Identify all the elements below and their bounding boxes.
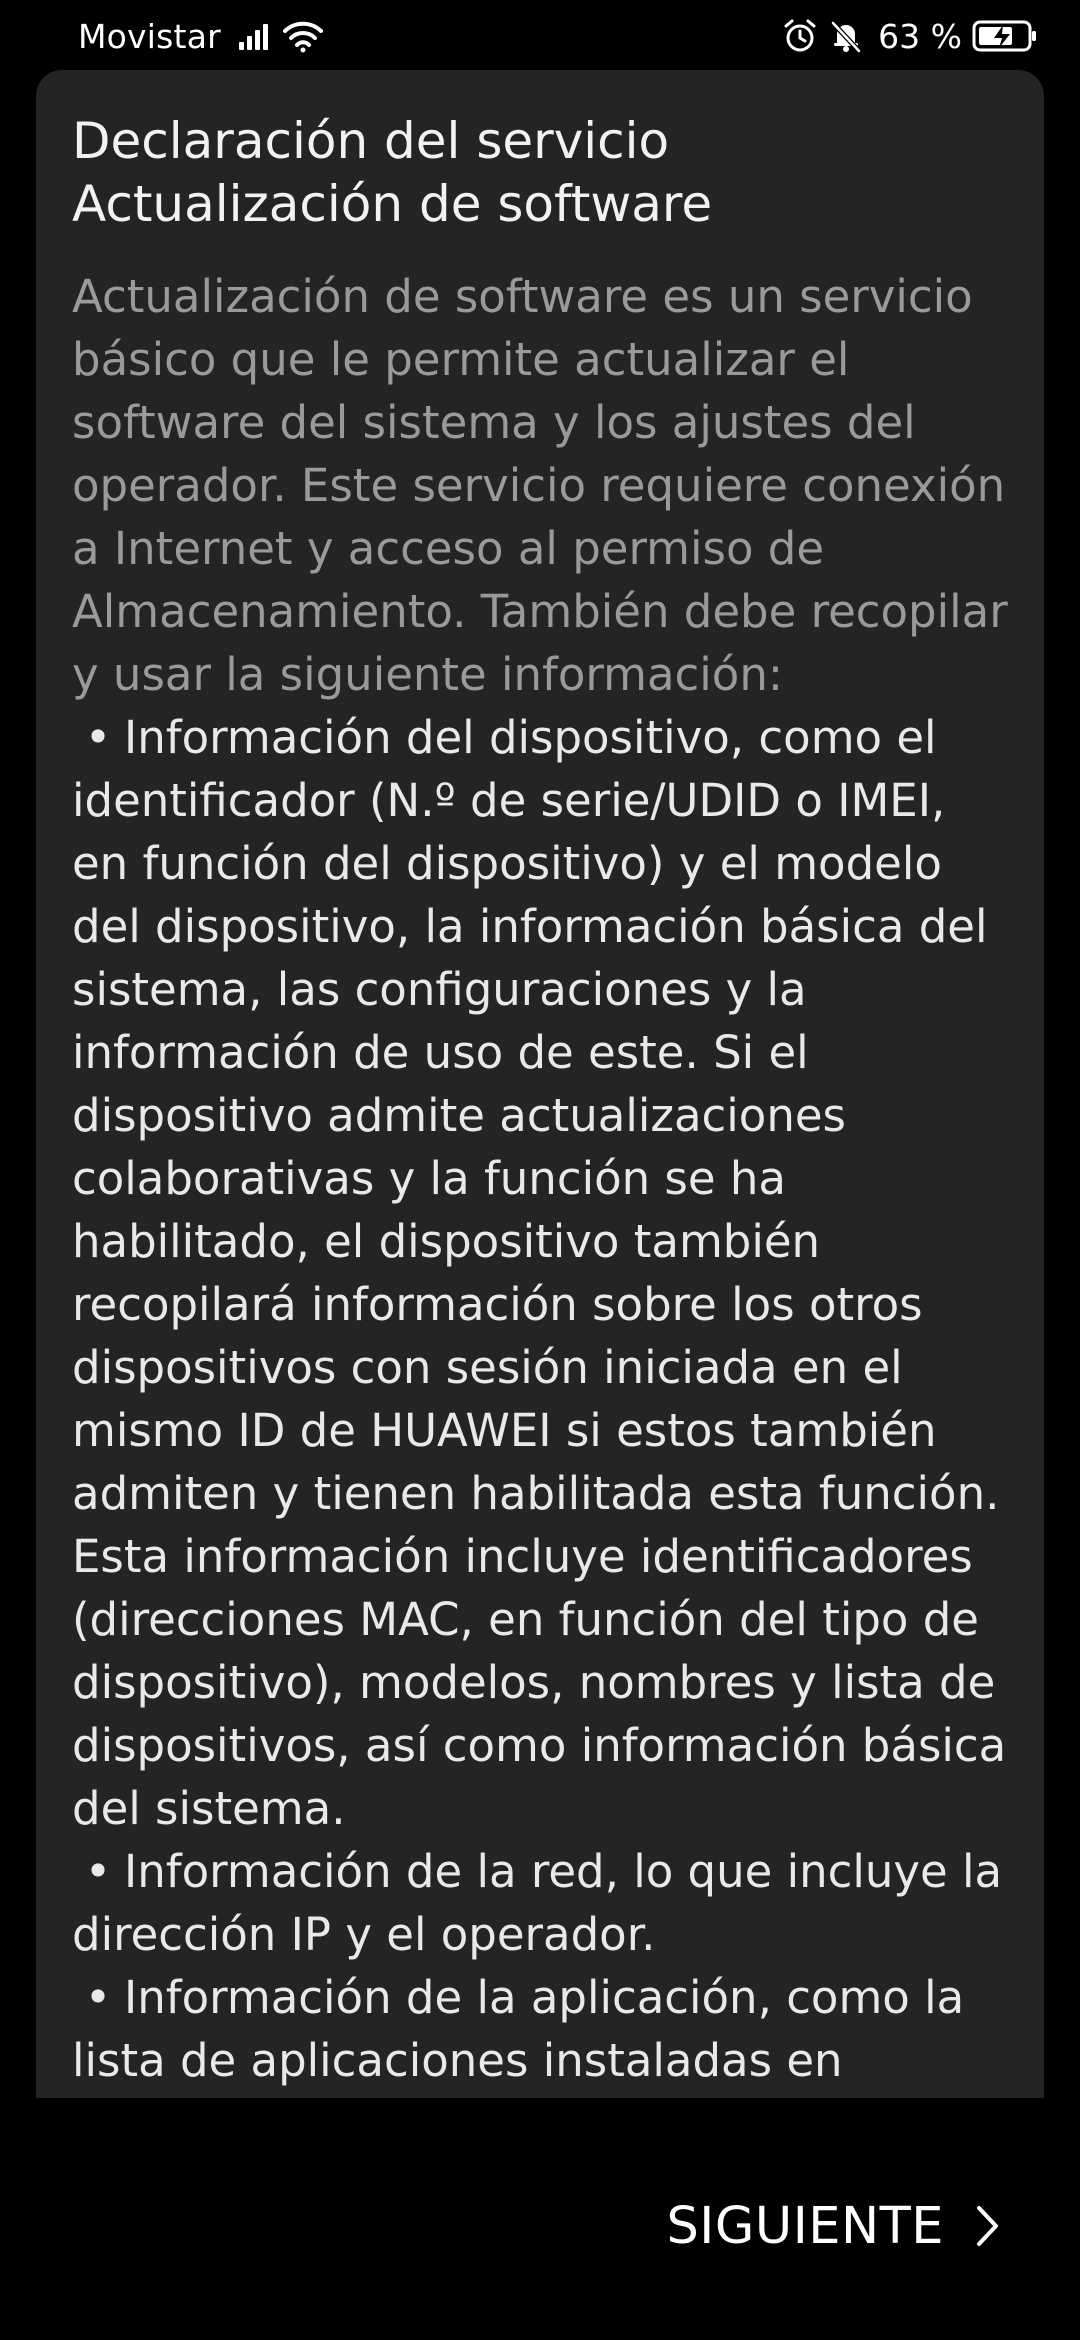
screen: Movistar 63 % Declaración del servicio A… [0, 0, 1080, 2340]
dialog-body: Actualización de software es un servicio… [72, 265, 1012, 2092]
status-bar: Movistar 63 % [0, 0, 1080, 72]
dialog-title: Declaración del servicio Actualización d… [72, 112, 713, 233]
bullet-point: • [84, 711, 112, 764]
battery-percentage: 63 % [878, 16, 962, 56]
bell-off-icon [831, 21, 861, 53]
list-item-text: Información del dispositivo, como el ide… [72, 711, 1007, 1835]
alarm-clock-icon [784, 19, 816, 52]
status-right: 63 % [782, 17, 1038, 56]
intro-paragraph: Actualización de software es un servicio… [72, 270, 1008, 701]
next-button-label: SIGUIENTE [666, 2196, 944, 2256]
bullet-point: • [84, 1845, 112, 1898]
service-statement-dialog[interactable]: Declaración del servicio Actualización d… [36, 70, 1044, 2098]
wifi-icon [282, 21, 323, 53]
list-item-text: Información de la red, lo que incluye la… [72, 1845, 1003, 1961]
list-item: • Información del dispositivo, como el id… [72, 706, 1012, 1840]
list-item: • Información de la aplicación, como la l… [72, 1966, 1012, 2092]
list-item-text: Información de la aplicación, como la li… [72, 1971, 965, 2087]
chevron-right-icon [977, 2206, 998, 2246]
battery-charging-icon [972, 20, 1036, 52]
status-left: Movistar [78, 17, 323, 56]
bullet-point: • [84, 1971, 112, 2024]
carrier-name: Movistar [78, 16, 221, 56]
next-button[interactable]: SIGUIENTE [666, 2186, 1002, 2266]
signal-bars-icon [238, 22, 271, 50]
list-item: • Información de la red, lo que incluye l… [72, 1840, 1012, 1966]
